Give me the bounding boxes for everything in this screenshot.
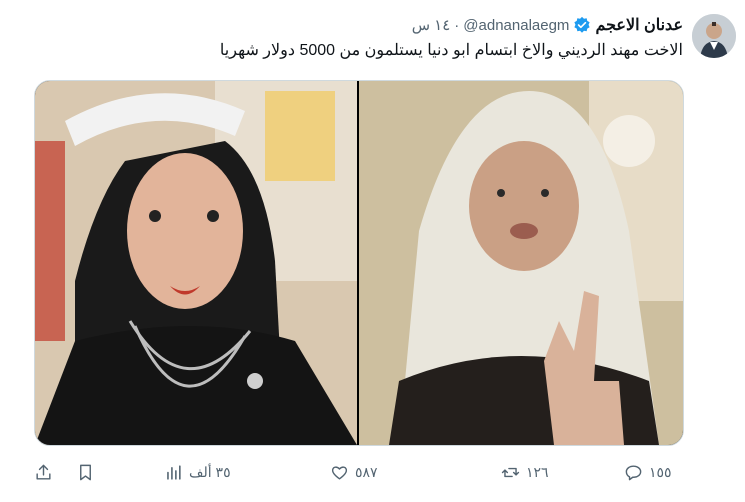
retweet-icon [501, 467, 520, 477]
like-count: ٥٨٧ [355, 463, 378, 480]
media-photo-right[interactable] [359, 81, 683, 445]
tweet-card: عدنان الاعجم @adnanalaegm · ١٤ س الاخت م… [0, 0, 745, 502]
heart-icon [331, 465, 348, 480]
action-bar: ٣٥ ألف ٥٨٧ ١٢٦ ١٥٥ [34, 458, 694, 486]
share-icon [36, 464, 51, 480]
bookmark-icon [80, 464, 91, 480]
views-button[interactable]: ٣٥ ألف [164, 463, 231, 482]
retweet-count: ١٢٦ [526, 463, 549, 480]
analytics-icon [167, 464, 181, 480]
tweet-text: الاخت مهند الرديني والاخ ابتسام ابو دنيا… [219, 42, 683, 59]
verified-badge-icon [574, 16, 591, 33]
header-separator: · [454, 16, 460, 34]
like-button[interactable]: ٥٨٧ [330, 463, 378, 482]
tweet-header: عدنان الاعجم @adnanalaegm · ١٤ س [412, 14, 683, 36]
reply-icon [625, 464, 642, 480]
photo-left-image [35, 81, 357, 445]
retweet-button[interactable]: ١٢٦ [501, 463, 549, 482]
reply-count: ١٥٥ [649, 463, 672, 480]
views-count: ٣٥ ألف [189, 463, 231, 480]
avatar[interactable] [692, 14, 736, 58]
photo-right-image [359, 81, 683, 445]
share-button[interactable] [34, 463, 53, 482]
tweet-media[interactable] [34, 80, 684, 446]
avatar-image [692, 14, 736, 58]
tweet-time[interactable]: ١٤ س [412, 16, 451, 34]
author-handle[interactable]: @adnanalaegm [463, 17, 569, 34]
author-name[interactable]: عدنان الاعجم [595, 15, 683, 35]
reply-button[interactable]: ١٥٥ [624, 463, 672, 482]
media-photo-left[interactable] [35, 81, 357, 445]
bookmark-button[interactable] [76, 463, 95, 482]
